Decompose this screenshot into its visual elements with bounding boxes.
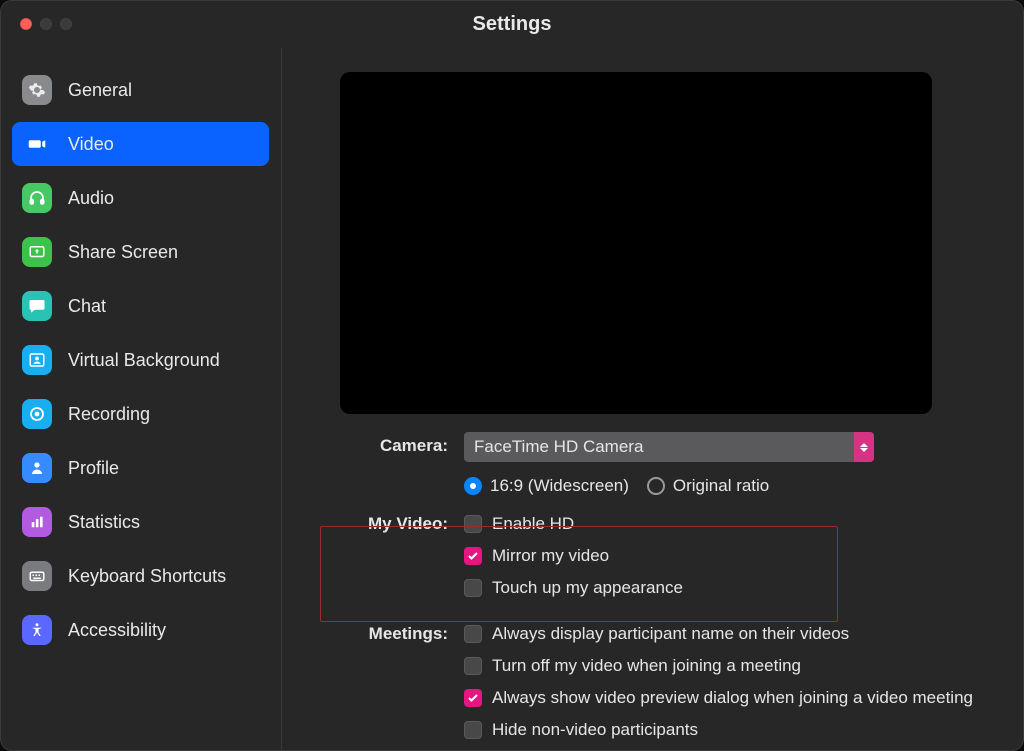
camera-dropdown[interactable]: FaceTime HD Camera [464, 432, 874, 462]
headphones-icon [28, 189, 46, 207]
sidebar-item-statistics[interactable]: Statistics [12, 500, 269, 544]
checkbox-show-preview-label: Always show video preview dialog when jo… [492, 688, 973, 708]
video-settings-form: Camera: FaceTime HD Camera 16:9 (Widescr… [334, 432, 1016, 748]
sidebar-label: Accessibility [68, 620, 166, 641]
video-camera-icon [28, 135, 46, 153]
sidebar-item-video[interactable]: Video [12, 122, 269, 166]
camera-dropdown-value: FaceTime HD Camera [464, 437, 643, 457]
settings-window: Settings General Video Audio [0, 0, 1024, 751]
sidebar-label: Video [68, 134, 114, 155]
meetings-row: Meetings: Always display participant nam… [334, 620, 1016, 748]
person-icon [28, 459, 46, 477]
radio-original-ratio-label: Original ratio [673, 476, 769, 496]
sidebar-item-chat[interactable]: Chat [12, 284, 269, 328]
share-screen-icon [28, 243, 46, 261]
checkbox-hide-non-video[interactable] [464, 721, 482, 739]
settings-sidebar: General Video Audio Share Screen [0, 48, 282, 751]
sidebar-label: Statistics [68, 512, 140, 533]
sidebar-label: Audio [68, 188, 114, 209]
meetings-label: Meetings: [334, 620, 464, 644]
sidebar-item-profile[interactable]: Profile [12, 446, 269, 490]
checkbox-display-name-label: Always display participant name on their… [492, 624, 849, 644]
checkbox-turn-off-video-label: Turn off my video when joining a meeting [492, 656, 801, 676]
my-video-row: My Video: Enable HD Mirror m [334, 510, 1016, 606]
gear-icon [28, 81, 46, 99]
camera-row: Camera: FaceTime HD Camera 16:9 (Widescr… [334, 432, 1016, 504]
camera-label: Camera: [334, 432, 464, 456]
checkbox-show-preview[interactable] [464, 689, 482, 707]
person-card-icon [28, 351, 46, 369]
checkbox-touch-up[interactable] [464, 579, 482, 597]
checkbox-mirror-video[interactable] [464, 547, 482, 565]
window-controls [20, 18, 72, 30]
sidebar-item-share-screen[interactable]: Share Screen [12, 230, 269, 274]
video-settings-pane: Camera: FaceTime HD Camera 16:9 (Widescr… [282, 48, 1024, 751]
aspect-ratio-group: 16:9 (Widescreen) Original ratio [464, 472, 874, 500]
checkbox-mirror-video-label: Mirror my video [492, 546, 609, 566]
radio-widescreen-label: 16:9 (Widescreen) [490, 476, 629, 496]
sidebar-item-recording[interactable]: Recording [12, 392, 269, 436]
sidebar-item-audio[interactable]: Audio [12, 176, 269, 220]
sidebar-item-keyboard-shortcuts[interactable]: Keyboard Shortcuts [12, 554, 269, 598]
radio-widescreen[interactable] [464, 477, 482, 495]
checkbox-touch-up-label: Touch up my appearance [492, 578, 683, 598]
record-icon [28, 405, 46, 423]
sidebar-label: Share Screen [68, 242, 178, 263]
keyboard-icon [28, 567, 46, 585]
my-video-label: My Video: [334, 510, 464, 534]
dropdown-stepper-icon [854, 432, 874, 462]
content-area: General Video Audio Share Screen [0, 48, 1024, 751]
sidebar-label: Recording [68, 404, 150, 425]
sidebar-label: Virtual Background [68, 350, 220, 371]
maximize-window-button[interactable] [60, 18, 72, 30]
window-title: Settings [473, 13, 552, 36]
sidebar-item-general[interactable]: General [12, 68, 269, 112]
sidebar-label: General [68, 80, 132, 101]
checkbox-hide-non-video-label: Hide non-video participants [492, 720, 698, 740]
checkbox-enable-hd-label: Enable HD [492, 514, 574, 534]
checkbox-display-name[interactable] [464, 625, 482, 643]
chat-bubble-icon [28, 297, 46, 315]
sidebar-label: Keyboard Shortcuts [68, 566, 226, 587]
titlebar: Settings [0, 0, 1024, 48]
close-window-button[interactable] [20, 18, 32, 30]
sidebar-label: Chat [68, 296, 106, 317]
video-preview [340, 72, 932, 414]
minimize-window-button[interactable] [40, 18, 52, 30]
sidebar-item-virtual-background[interactable]: Virtual Background [12, 338, 269, 382]
sidebar-label: Profile [68, 458, 119, 479]
checkbox-turn-off-video[interactable] [464, 657, 482, 675]
bar-chart-icon [28, 513, 46, 531]
accessibility-icon [28, 621, 46, 639]
checkbox-enable-hd[interactable] [464, 515, 482, 533]
radio-original-ratio[interactable] [647, 477, 665, 495]
sidebar-item-accessibility[interactable]: Accessibility [12, 608, 269, 652]
